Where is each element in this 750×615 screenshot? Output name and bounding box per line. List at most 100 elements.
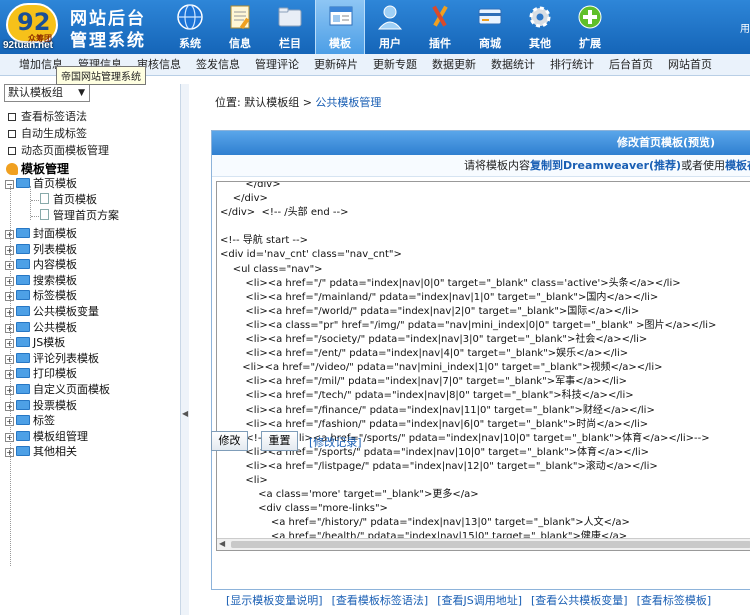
sidebar-link-0[interactable]: 查看标签语法 <box>8 108 87 124</box>
menu-item-6[interactable]: 商城 <box>465 0 515 54</box>
code-line: <li><a href="/fashion/" pdata="index|nav… <box>220 418 649 430</box>
quick-nav-item-5[interactable]: 更新碎片 <box>314 54 358 75</box>
footer-link-4[interactable]: [查看标签模板] <box>637 594 712 607</box>
footer-link-1[interactable]: [查看模板标签语法] <box>332 594 429 607</box>
sidebar-link-2[interactable]: 动态页面模板管理 <box>8 142 109 158</box>
code-line: <li><a href="/society/" pdata="index|nav… <box>220 334 648 346</box>
change-log-link[interactable]: [修改记录] <box>309 434 362 450</box>
tree-title-label: 模板管理 <box>21 162 70 176</box>
scroll-left-icon[interactable]: ◀ <box>219 539 225 548</box>
collapse-arrow-icon[interactable]: ◀ <box>182 409 188 418</box>
folder-icon <box>16 306 30 316</box>
reset-button[interactable]: 重置 <box>261 431 298 451</box>
tree-node-9[interactable]: + 打印模板 <box>5 366 77 382</box>
bullet-box-icon <box>8 130 16 138</box>
logo[interactable]: 92 众筹团 92tuan.net 网站后台 管理系统 <box>0 0 175 54</box>
menu-item-3[interactable]: 模板 <box>315 0 365 54</box>
template-edit-panel: 修改首页模板(预览) 请将模板内容复制到Dreamweaver(推荐)或者使用模… <box>211 130 750 590</box>
hint-dreamweaver: 复制到Dreamweaver(推荐) <box>530 159 682 172</box>
tree-node-home[interactable]: − 首页模板 <box>5 176 77 192</box>
menu-item-7[interactable]: 其他 <box>515 0 565 54</box>
menu-item-0[interactable]: 系统 <box>165 0 215 54</box>
menu-item-5[interactable]: 插件 <box>415 0 465 54</box>
tree-leaf-1[interactable]: 管理首页方案 <box>40 208 119 224</box>
folder-icon <box>16 274 30 285</box>
tree-connector <box>31 200 39 201</box>
footer-link-3[interactable]: [查看公共模板变量] <box>531 594 628 607</box>
tree-node-label: 内容模板 <box>33 258 77 272</box>
menu-item-4[interactable]: 用户 <box>365 0 415 54</box>
dropdown-arrow-icon: ▼ <box>78 88 85 98</box>
menu-item-1[interactable]: 信息 <box>215 0 265 54</box>
quick-nav-item-7[interactable]: 数据更新 <box>432 54 476 75</box>
tree-node-4[interactable]: + 标签模板 <box>5 288 77 304</box>
card-icon <box>476 3 504 31</box>
quick-nav-item-4[interactable]: 管理评论 <box>255 54 299 75</box>
folder-icon <box>16 368 30 379</box>
folder-icon <box>16 178 30 188</box>
template-group-value: 默认模板组 <box>8 86 63 99</box>
tree-node-5[interactable]: + 公共模板变量 <box>5 304 99 320</box>
quick-nav-item-6[interactable]: 更新专题 <box>373 54 417 75</box>
quick-nav-item-9[interactable]: 排行统计 <box>550 54 594 75</box>
save-button[interactable]: 修改 <box>211 431 248 451</box>
tree-node-14[interactable]: + 其他相关 <box>5 444 77 460</box>
quick-nav-item-3[interactable]: 签发信息 <box>196 54 240 75</box>
quick-nav-item-10[interactable]: 后台首页 <box>609 54 653 75</box>
menu-item-8[interactable]: 扩展 <box>565 0 615 54</box>
quick-nav-item-11[interactable]: 网站首页 <box>668 54 712 75</box>
tree-node-6[interactable]: + 公共模板 <box>5 320 77 336</box>
tree-node-10[interactable]: + 自定义页面模板 <box>5 382 110 398</box>
folder-icon <box>16 399 30 410</box>
menu-item-2[interactable]: 栏目 <box>265 0 315 54</box>
template-group-select[interactable]: 默认模板组 ▼ <box>4 84 90 102</box>
tree-title[interactable]: 模板管理 <box>6 160 69 177</box>
panel-title: 修改首页模板(预览) <box>212 131 750 155</box>
tree-node-8[interactable]: + 评论列表模板 <box>5 351 99 367</box>
menu-item-label: 信息 <box>229 37 251 50</box>
hint-template[interactable]: 模板在 <box>725 159 750 172</box>
footer-link-0[interactable]: [显示模板变量说明] <box>226 594 323 607</box>
tree-node-label: JS模板 <box>33 336 66 350</box>
footer-links: [显示模板变量说明] [查看模板标签语法] [查看JS调用地址] [查看公共模板变量]… <box>226 592 720 608</box>
horizontal-scrollbar[interactable]: ◀ <box>217 538 750 550</box>
tree-node-3[interactable]: + 搜索模板 <box>5 273 77 289</box>
menu-item-label: 模板 <box>329 37 351 50</box>
tree-node-2[interactable]: + 内容模板 <box>5 257 77 273</box>
template-manage-icon <box>6 163 18 175</box>
footer-link-2[interactable]: [查看JS调用地址] <box>437 594 522 607</box>
tree-node-label: 首页模板 <box>33 177 77 190</box>
sidebar: 默认模板组 ▼ 查看标签语法 自动生成标签 动态页面模板管理 模板管理 − 首页模板首… <box>0 84 180 615</box>
menu-item-label: 用户 <box>379 37 401 50</box>
tree-node-12[interactable]: + 标签 <box>5 413 55 429</box>
code-line: <li><a href="/listpage/" pdata="index|na… <box>220 460 658 472</box>
code-line: <!-- 导航 start --> <box>220 235 309 247</box>
quick-nav-item-8[interactable]: 数据统计 <box>491 54 535 75</box>
code-line: </div> <box>220 193 268 205</box>
top-right-text: 用 <box>740 24 750 35</box>
tree-node-label: 标签 <box>33 414 55 428</box>
breadcrumb-sep: > <box>299 96 316 109</box>
tree-node-13[interactable]: + 模板组管理 <box>5 429 88 445</box>
tooltip: 帝国网站管理系统 <box>56 66 146 85</box>
hint-prefix: 请将模板内容 <box>464 159 530 172</box>
tree-connector <box>31 216 39 217</box>
breadcrumb-group[interactable]: 默认模板组 <box>244 96 299 109</box>
tree-leaf-0[interactable]: 首页模板 <box>40 192 97 208</box>
code-line: <a href="/history/" pdata="index|nav|13|… <box>220 517 630 529</box>
tree-node-1[interactable]: + 列表模板 <box>5 242 77 258</box>
sidebar-link-1[interactable]: 自动生成标签 <box>8 125 87 141</box>
logo-title-line2: 管理系统 <box>70 31 146 51</box>
code-line: <li><a href="/finance/" pdata="index|nav… <box>220 404 655 416</box>
tree-node-7[interactable]: + JS模板 <box>5 335 65 351</box>
tree-node-11[interactable]: + 投票模板 <box>5 398 77 414</box>
scrollbar-thumb[interactable] <box>231 541 750 548</box>
template-code-textarea[interactable]: </div> </div> </div> <!-- /头部 end --> <!-… <box>216 181 750 551</box>
tree-node-label: 标签模板 <box>33 289 77 303</box>
tree-node-0[interactable]: + 封面模板 <box>5 226 77 242</box>
sidebar-splitter[interactable]: ◀ <box>180 84 189 615</box>
tree-node-label: 投票模板 <box>33 398 77 412</box>
breadcrumb-current[interactable]: 公共模板管理 <box>315 96 381 109</box>
tree-node-label: 列表模板 <box>33 242 77 256</box>
code-line: <li><a href="/mil/" pdata="index|nav|7|0… <box>220 376 628 388</box>
